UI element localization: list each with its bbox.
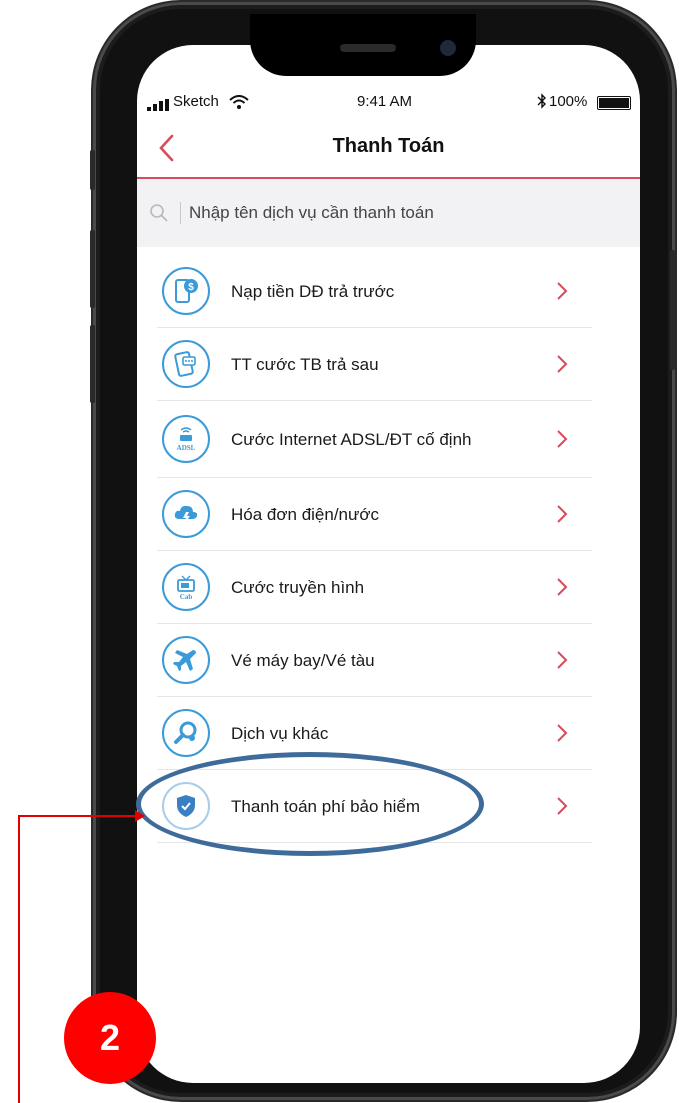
svg-text:ADSL: ADSL — [177, 444, 196, 452]
page-title: Thanh Toán — [332, 135, 445, 157]
adsl-router-icon: ADSL — [162, 415, 210, 463]
annotation-arrow-icon — [135, 810, 145, 822]
chevron-right-icon — [557, 578, 568, 596]
chevron-right-icon — [557, 282, 568, 300]
service-item-electricity-water[interactable]: Hóa đơn điện/nước — [157, 478, 592, 551]
shield-check-icon — [162, 782, 210, 830]
airplane-icon — [162, 636, 210, 684]
annotation-line — [18, 815, 140, 817]
wifi-icon — [229, 95, 249, 109]
bluetooth-icon — [537, 93, 546, 109]
chevron-right-icon — [557, 797, 568, 815]
service-item-internet-adsl[interactable]: ADSL Cước Internet ADSL/ĐT cố định — [157, 401, 592, 478]
service-item-flight-train[interactable]: Vé máy bay/Vé tàu — [157, 624, 592, 697]
service-item-other[interactable]: Dịch vụ khác — [157, 697, 592, 770]
status-bar: Sketch 9:41 AM 100% — [137, 89, 640, 119]
search-input[interactable] — [189, 197, 619, 229]
phone-silent-switch — [90, 150, 95, 190]
service-label: Vé máy bay/Vé tàu — [231, 650, 375, 670]
chevron-right-icon — [557, 724, 568, 742]
battery-icon — [597, 96, 631, 110]
svg-text:$: $ — [188, 282, 194, 293]
service-label: Nạp tiền DĐ trả trước — [231, 281, 395, 301]
search-icon — [150, 204, 168, 222]
phone-dollar-icon: $ — [162, 267, 210, 315]
service-item-postpaid-bill[interactable]: TT cước TB trả sau — [157, 328, 592, 401]
service-item-prepaid-topup[interactable]: $ Nạp tiền DĐ trả trước — [157, 255, 592, 328]
service-label: TT cước TB trả sau — [231, 354, 379, 374]
carrier-name: Sketch — [173, 93, 219, 110]
service-item-cable-tv[interactable]: Cab Cước truyền hình — [157, 551, 592, 624]
chevron-right-icon — [557, 355, 568, 373]
status-time: 9:41 AM — [357, 93, 413, 110]
chevron-right-icon — [557, 430, 568, 448]
search-divider — [180, 202, 181, 224]
svg-text:Cab: Cab — [180, 593, 193, 601]
phone-volume-up — [90, 230, 95, 308]
service-label: Cước Internet ADSL/ĐT cố định — [231, 429, 472, 449]
service-item-insurance-payment[interactable]: Thanh toán phí bảo hiểm — [157, 770, 592, 843]
search-bar — [137, 179, 640, 247]
signal-icon — [147, 99, 169, 111]
phone-speaker — [340, 44, 396, 52]
phone-screen: Sketch 9:41 AM 100% Thanh Toán Nhập tên … — [137, 45, 640, 1083]
service-list: $ Nạp tiền DĐ trả trước TT cước TB trả s… — [157, 255, 592, 843]
phone-bill-icon — [162, 340, 210, 388]
cable-tv-icon: Cab — [162, 563, 210, 611]
front-camera — [440, 40, 456, 56]
navigation-bar: Thanh Toán — [137, 125, 640, 179]
cloud-bolt-icon — [162, 490, 210, 538]
service-label: Cước truyền hình — [231, 577, 365, 597]
battery-percent: 100% — [549, 93, 588, 110]
service-label: Dịch vụ khác — [231, 723, 329, 743]
service-label: Hóa đơn điện/nước — [231, 504, 380, 524]
service-label: Thanh toán phí bảo hiểm — [231, 796, 421, 816]
magnifier-icon — [162, 709, 210, 757]
step-badge: 2 — [64, 992, 156, 1084]
annotation-line — [18, 816, 20, 1103]
phone-volume-down — [90, 325, 95, 403]
chevron-right-icon — [557, 505, 568, 523]
chevron-right-icon — [557, 651, 568, 669]
phone-power-button — [670, 250, 675, 370]
